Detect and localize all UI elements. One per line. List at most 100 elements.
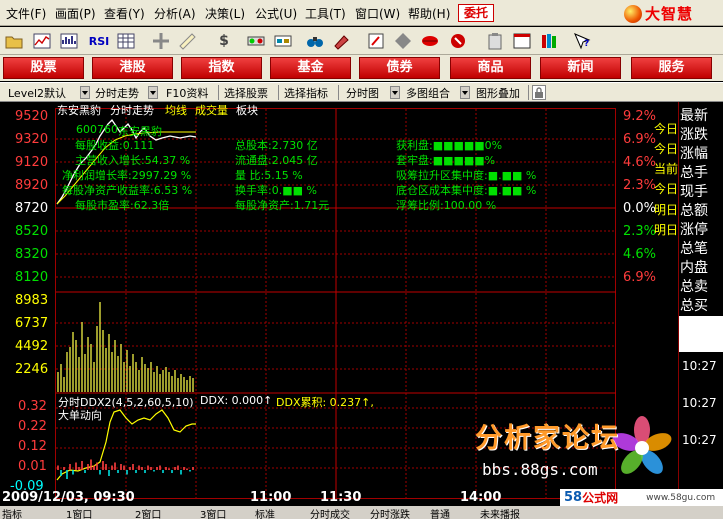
volume-axis-label: 2246 [15, 362, 49, 377]
menu-analysis[interactable]: 分析(A) [154, 5, 196, 22]
lock-icon[interactable] [532, 85, 546, 100]
alarm-icon[interactable] [331, 30, 353, 52]
nav-tab-commodities[interactable]: 商品 [450, 57, 531, 79]
quote-field: 总卖 [680, 279, 708, 295]
volume-label[interactable]: 成交量 [195, 102, 228, 118]
bottom-tab[interactable]: 1窗口 [66, 506, 92, 519]
trend-button[interactable]: 分时走势 [95, 85, 139, 101]
select-indicator-button[interactable]: 选择指标 [284, 85, 328, 101]
watermark-url: bbs.88gs.com [482, 460, 598, 479]
bottom-tab[interactable]: 标准 [255, 506, 275, 519]
quote-field: 总手 [680, 165, 708, 181]
ddx-axis-label: 0.32 [18, 399, 47, 414]
app-logo: 大智慧 [624, 4, 693, 23]
logo-ball-icon [624, 4, 642, 23]
bottom-tab[interactable]: 2窗口 [135, 506, 161, 519]
trend-chart-icon[interactable] [58, 30, 80, 52]
ruler-icon[interactable] [176, 30, 198, 52]
tick-chart-button[interactable]: 分时图 [346, 85, 379, 101]
nav-tab-stocks[interactable]: 股票 [3, 57, 84, 79]
lips-icon[interactable] [419, 30, 441, 52]
stock-pool-icon[interactable] [272, 30, 294, 52]
overlay-label-today: 今日 [654, 182, 679, 196]
bottom-tab[interactable]: 分时成交 [310, 506, 350, 519]
rsi-indicator-button[interactable]: RSI [86, 30, 112, 52]
quote-field: 总额 [680, 203, 708, 219]
table-view-icon[interactable] [115, 30, 137, 52]
sector-label[interactable]: 板块 [236, 102, 258, 118]
quote-side-panel[interactable]: 最新 涨跌 涨幅 总手 现手 总额 涨停 总笔 内盘 总卖 总买 10:27 1… [678, 102, 723, 506]
entrust-button[interactable]: 委托 [458, 4, 494, 22]
quote-field: 总笔 [680, 241, 708, 257]
info-profit-growth: 净利润增长率:2997.29 % [62, 169, 192, 182]
nav-tab-hk-stocks[interactable]: 港股 [92, 57, 173, 79]
menu-screen[interactable]: 画面(P) [55, 5, 96, 22]
site-badge-number: 58 [564, 490, 583, 505]
y-label: 9120 [15, 155, 49, 170]
books-icon[interactable] [538, 30, 560, 52]
move-cross-icon[interactable] [150, 30, 172, 52]
bottom-tab[interactable]: 未来播报 [480, 506, 520, 519]
multi-chart-dropdown-icon[interactable] [460, 86, 470, 99]
trade-time: 10:27 [682, 433, 717, 447]
nav-tab-index[interactable]: 指数 [181, 57, 262, 79]
nav-tab-services[interactable]: 服务 [631, 57, 712, 79]
bottom-tab[interactable]: 指标 [2, 506, 22, 519]
level2-dropdown-icon[interactable] [80, 86, 90, 99]
tick-chart-dropdown-icon[interactable] [390, 86, 400, 99]
info-float-shares: 流通盘:2.045 亿 [235, 154, 318, 167]
f10-button[interactable]: F10资料 [166, 85, 208, 101]
info-roe: 每股净资产收益率:6.53 % [62, 184, 193, 197]
level2-default[interactable]: Level2默认 [8, 85, 66, 101]
menu-view[interactable]: 查看(Y) [104, 5, 145, 22]
quote-field: 涨跌 [680, 127, 708, 143]
avg-line-label[interactable]: 均线 [165, 102, 187, 118]
menu-tools[interactable]: 工具(T) [305, 5, 346, 22]
pct-label-zero: 0.0% [623, 201, 657, 216]
bottom-tab[interactable]: 分时涨跌 [370, 506, 410, 519]
quote-field: 最新 [680, 108, 708, 124]
bottom-tab[interactable]: 3窗口 [200, 506, 226, 519]
red-circle-icon[interactable] [447, 30, 469, 52]
info-profit-plate: 获利盘:■■■■■0% [396, 139, 503, 152]
window-layout-icon[interactable] [511, 30, 533, 52]
menu-help[interactable]: 帮助(H) [408, 5, 450, 22]
menu-window[interactable]: 窗口(W) [355, 5, 400, 22]
binoculars-icon[interactable] [304, 30, 326, 52]
kline-chart-icon[interactable] [31, 30, 53, 52]
menu-formula[interactable]: 公式(U) [255, 5, 297, 22]
info-pull-concentration: 吸筹拉升区集中度:■.■■ % [396, 169, 537, 182]
nav-tab-news[interactable]: 新闻 [540, 57, 621, 79]
bottom-tab[interactable]: 普通 [430, 506, 450, 519]
trend-dropdown-icon[interactable] [148, 86, 158, 99]
diamond-icon[interactable] [392, 30, 414, 52]
y-label: 9320 [15, 132, 49, 147]
y-label: 8120 [15, 270, 49, 285]
info-float-ratio: 浮筹比例:100.00 % [396, 199, 497, 212]
bottom-tab-bar: 指标 1窗口 2窗口 3窗口 标准 分时成交 分时涨跌 普通 未来播报 [0, 506, 723, 519]
warning-icon[interactable] [365, 30, 387, 52]
volume-axis-label: 6737 [15, 316, 49, 331]
mode-label: 分时走势 [110, 104, 154, 117]
clipboard-icon[interactable] [484, 30, 506, 52]
quote-field: 总买 [680, 298, 708, 314]
nav-tab-bonds[interactable]: 债券 [359, 57, 440, 79]
volume-axis-label: 4492 [15, 339, 49, 354]
quote-field: 内盘 [680, 260, 708, 276]
ddx-axis-label: 0.01 [18, 459, 47, 474]
dollar-sign-button[interactable]: $ [213, 30, 235, 52]
svg-text:?: ? [584, 39, 589, 49]
y-label-prev-close: 8720 [15, 201, 49, 216]
nav-tab-funds[interactable]: 基金 [270, 57, 351, 79]
menu-decision[interactable]: 决策(L) [205, 5, 245, 22]
traffic-light-icon[interactable] [245, 30, 267, 52]
multi-chart-button[interactable]: 多图组合 [406, 85, 450, 101]
help-arrow-icon[interactable]: ? [571, 30, 593, 52]
select-stock-button[interactable]: 选择股票 [224, 85, 268, 101]
separator [528, 85, 529, 100]
menu-file[interactable]: 文件(F) [6, 5, 46, 22]
separator [218, 85, 219, 100]
overlay-button[interactable]: 图形叠加 [476, 85, 520, 101]
open-folder-icon[interactable] [3, 30, 25, 52]
overlay-label-tomorrow: 明日 [654, 203, 679, 217]
